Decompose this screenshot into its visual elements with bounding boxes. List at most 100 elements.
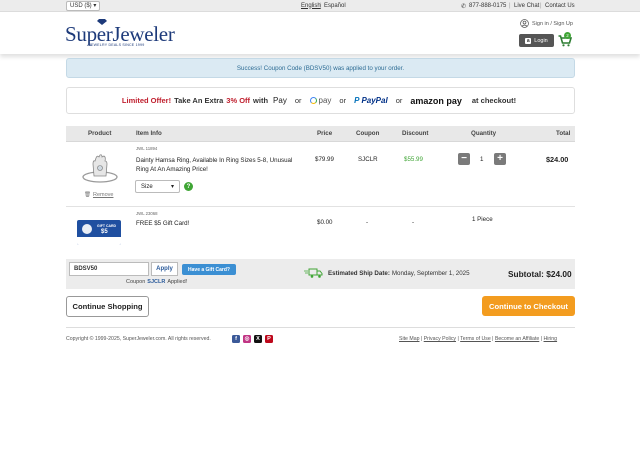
apple-pay-text: Pay [273,96,287,105]
col-coupon: Coupon [356,130,380,137]
signin-link[interactable]: Sign in / Sign Up [520,19,573,28]
or-text: or [339,96,347,105]
item-name-line1[interactable]: Dainty Hamsa Ring, Available In Ring Siz… [136,157,292,164]
x-twitter-icon[interactable]: X [254,335,262,343]
help-icon[interactable]: ? [184,182,193,191]
qty-increase-button[interactable]: + [494,153,506,165]
col-price: Price [317,130,333,137]
coupon-input[interactable]: BDSV50 [69,262,149,276]
gift-card-text: GIFT CARD [97,224,117,228]
top-bar: USD ($) ▾ English | Español ✆ 877-888-01… [0,0,640,12]
offer-limited: Limited Offer! [121,96,172,105]
phone-icon: ✆ [461,3,467,10]
offer-pct: 3% Off [226,96,251,105]
paypal-p-icon: P [354,96,360,105]
instagram-icon[interactable]: ◎ [243,335,251,343]
cart-count-badge: 2 [564,32,571,39]
offer-take: Take An Extra [174,96,224,105]
footer-link-privacy[interactable]: Privacy Policy [424,336,456,342]
offer-with: with [253,96,269,105]
contact-link[interactable]: Contact Us [545,3,575,9]
gift-card-image[interactable]: GIFT CARD $5 [77,220,121,245]
lang-english[interactable]: English [301,3,321,9]
phone-number[interactable]: 877-888-0175 [469,3,506,9]
size-label: Size [141,183,153,190]
subtotal: Subtotal: $24.00 [508,269,572,279]
or-text: or [294,96,302,105]
coupon-applied-suffix: Applied! [167,279,188,285]
ship-date: Estimated Ship Date: Monday, September 1… [328,270,470,277]
footer-links: Site Map | Privacy Policy | Terms of Use… [399,336,558,342]
col-quantity: Quantity [471,130,497,137]
currency-value: USD ($) [70,2,92,9]
qty-decrease-button[interactable]: − [458,153,470,165]
amazon-icon: a [525,37,532,44]
remove-link[interactable]: 🗑 Remove [84,192,113,198]
amazon-pay-text: amazon pay [410,95,462,106]
google-pay-logo: pay [309,96,332,105]
divider: | [509,2,511,9]
col-item-info: Item Info [136,130,162,137]
item-price: $0.00 [317,219,333,226]
gift-card-button[interactable]: Have a Gift Card? [182,264,236,275]
logo-tagline: JEWELRY DEALS SINCE 1999 [89,43,145,47]
item-qty: 1 Piece [472,216,493,223]
qty-value[interactable]: 1 [480,156,483,163]
diamond-logo-icon [97,19,107,25]
offer-banner: Limited Offer! Take An Extra 3% Off with… [66,87,575,114]
coupon-applied-code: SJCLR [147,279,166,285]
remove-label: Remove [92,192,114,198]
pinterest-icon[interactable]: P [265,335,273,343]
lang-spanish[interactable]: Español [324,3,346,9]
lang-divider: | [320,2,322,9]
google-pay-text: pay [318,96,332,105]
paypal-text: PayPal [361,96,388,105]
item-price: $79.99 [315,156,334,163]
continue-shopping-button[interactable]: Continue Shopping [66,296,149,317]
signin-label: Sign in / Sign Up [532,20,573,27]
cart-table-header: Product Item Info Price Coupon Discount … [66,126,575,142]
item-discount: $55.99 [404,156,423,163]
size-select[interactable]: Size ▾ [135,180,180,193]
item-total: $24.00 [546,155,569,164]
item-name[interactable]: FREE $5 Gift Card! [136,220,189,227]
col-discount: Discount [402,130,429,137]
ship-date-label: Estimated Ship Date: [328,270,390,277]
coupon-applied-note: Coupon SJCLR Applied! [126,279,187,285]
offer-checkout: at checkout! [471,96,517,105]
currency-select[interactable]: USD ($) ▾ [66,0,101,11]
item-coupon: SJCLR [358,156,378,163]
footer-link-hiring[interactable]: Hiring [544,336,558,342]
item-sku: JWL 11894 [136,146,158,151]
footer-divider [66,327,575,328]
checkout-button[interactable]: Continue to Checkout [482,296,575,316]
apply-coupon-button[interactable]: Apply [151,262,178,276]
amazon-pay-logo: amazon pay [410,96,462,106]
paypal-logo: P PayPal [354,96,388,105]
footer-link-affiliate[interactable]: Become an Affiliate [495,336,539,342]
facebook-icon[interactable]: f [232,335,240,343]
copyright: Copyright © 1999-2025, SuperJeweler.com.… [66,336,211,342]
chevron-down-icon: ▾ [170,184,174,190]
item-sku: JWL 23068 [136,211,158,216]
footer-link-terms[interactable]: Terms of Use [460,336,491,342]
google-g-icon [309,97,317,104]
or-text: or [395,96,403,105]
item-discount: - [412,219,415,226]
diamond-icon [82,224,92,234]
user-icon [520,19,529,28]
truck-icon [304,268,323,278]
footer-link-sitemap[interactable]: Site Map [399,336,419,342]
login-label: Login [534,37,548,44]
divider: | [540,2,542,9]
col-total: Total [556,130,571,137]
hamsa-ring-image[interactable] [80,152,120,186]
item-name-line2[interactable]: Ring At An Amazing Price! [136,166,208,173]
amazon-login-button[interactable]: a Login [519,34,554,47]
apple-pay-logo: Pay [271,96,287,105]
coupon-applied-prefix: Coupon [126,279,146,285]
gift-card-amount: $5 [101,229,108,235]
ship-date-value: Monday, September 1, 2025 [391,270,470,277]
success-alert: Success! Coupon Code (BDSV50) was applie… [66,58,575,78]
live-chat-link[interactable]: Live Chat [514,3,539,9]
